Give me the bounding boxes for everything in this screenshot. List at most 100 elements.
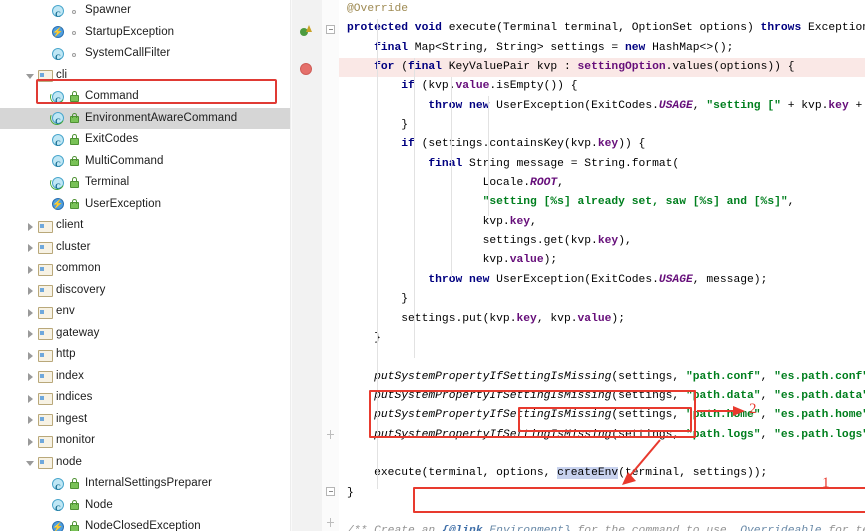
chevron-closed-icon[interactable] [26, 430, 37, 452]
code-line[interactable]: /** Create an {@link Environment} for th… [339, 522, 865, 531]
code-line[interactable]: putSystemPropertyIfSettingIsMissing(sett… [339, 368, 865, 387]
tree-item-terminal[interactable]: Terminal [0, 172, 292, 197]
tree-item-label: cluster [56, 240, 91, 253]
tree-item-client[interactable]: client [0, 215, 292, 237]
code-line[interactable]: execute(terminal, options, createEnv(ter… [339, 464, 865, 483]
tree-item-discovery[interactable]: discovery [0, 280, 292, 302]
code-line[interactable]: if (settings.containsKey(kvp.key)) { [339, 135, 865, 154]
code-line[interactable]: } [339, 484, 865, 503]
code-line[interactable]: @Override [339, 0, 865, 19]
tree-item-env[interactable]: env [0, 301, 292, 323]
tree-item-common[interactable]: common [0, 258, 292, 280]
class-icon [50, 3, 66, 26]
tree-item-label: MultiCommand [85, 154, 164, 167]
tree-item-internalsettingspreparer[interactable]: InternalSettingsPreparer [0, 473, 292, 499]
editor-fold-strip[interactable] [322, 0, 339, 531]
tree-item-exitcodes[interactable]: ExitCodes [0, 129, 292, 155]
tree-item-label: InternalSettingsPreparer [85, 477, 213, 489]
tree-item-spawner[interactable]: Spawner [0, 0, 292, 26]
chevron-closed-icon[interactable] [26, 387, 37, 409]
code-line[interactable]: putSystemPropertyIfSettingIsMissing(sett… [339, 426, 865, 445]
chevron-closed-icon[interactable] [26, 280, 37, 302]
tree-twisty-none [39, 108, 50, 130]
code-line[interactable]: throw new UserException(ExitCodes.USAGE,… [339, 97, 865, 116]
tree-item-userexception[interactable]: UserException [0, 194, 292, 216]
tree-item-monitor[interactable]: monitor [0, 430, 292, 452]
class-icon [50, 497, 66, 520]
code-lines[interactable]: @Overrideprotected void execute(Terminal… [339, 0, 865, 531]
chevron-closed-icon[interactable] [26, 344, 37, 366]
code-line[interactable]: settings.put(kvp.key, kvp.value); [339, 310, 865, 329]
tree-item-systemcallfilter[interactable]: SystemCallFilter [0, 43, 292, 69]
tree-item-cluster[interactable]: cluster [0, 237, 292, 259]
code-line[interactable] [339, 348, 865, 367]
tree-item-multicommand[interactable]: MultiCommand [0, 151, 292, 176]
code-line[interactable]: putSystemPropertyIfSettingIsMissing(sett… [339, 387, 865, 406]
project-tree-list[interactable]: Spawner StartupException SystemCallFilter c… [0, 0, 292, 531]
code-line[interactable]: throw new UserException(ExitCodes.USAGE,… [339, 271, 865, 290]
tree-item-http[interactable]: http [0, 344, 292, 366]
code-line[interactable]: for (final KeyValuePair kvp : settingOpt… [339, 58, 865, 78]
code-line[interactable]: putSystemPropertyIfSettingIsMissing(sett… [339, 406, 865, 425]
tree-item-startupexception[interactable]: StartupException [0, 22, 292, 44]
code-line[interactable]: kvp.key, [339, 213, 865, 232]
member-dot-icon [69, 3, 81, 19]
chevron-open-icon[interactable] [26, 65, 37, 87]
chevron-closed-icon[interactable] [26, 258, 37, 280]
code-editor[interactable]: @Overrideprotected void execute(Terminal… [292, 0, 865, 531]
tree-item-ingest[interactable]: ingest [0, 409, 292, 431]
code-line[interactable]: final Map<String, String> settings = new… [339, 39, 865, 58]
code-line[interactable]: final String message = String.format( [339, 155, 865, 174]
folder-icon [37, 218, 53, 234]
code-line[interactable]: } [339, 290, 865, 309]
folder-icon [37, 390, 53, 406]
code-line[interactable] [339, 503, 865, 522]
editor-gutter[interactable] [292, 0, 323, 531]
class-icon [50, 132, 66, 155]
chevron-closed-icon[interactable] [26, 366, 37, 388]
tree-item-cli[interactable]: cli [0, 65, 292, 87]
class-icon [50, 153, 66, 176]
code-line[interactable]: if (kvp.value.isEmpty()) { [339, 77, 865, 96]
chevron-closed-icon[interactable] [26, 215, 37, 237]
tree-item-command[interactable]: Command [0, 86, 292, 111]
tree-item-node[interactable]: node [0, 452, 292, 474]
tree-item-nodeclosedexception[interactable]: NodeClosedException [0, 516, 292, 531]
tree-item-label: Spawner [85, 4, 132, 16]
tree-item-indices[interactable]: indices [0, 387, 292, 409]
code-line[interactable]: protected void execute(Terminal terminal… [339, 19, 865, 38]
fold-end-icon[interactable] [326, 518, 335, 527]
project-tree-panel[interactable]: Spawner StartupException SystemCallFilter c… [0, 0, 292, 531]
tree-twisty-none [39, 194, 50, 216]
code-line[interactable]: kvp.value); [339, 251, 865, 270]
chevron-closed-icon[interactable] [26, 409, 37, 431]
folder-icon [37, 261, 53, 277]
code-line[interactable]: settings.get(kvp.key), [339, 232, 865, 251]
tree-item-gateway[interactable]: gateway [0, 323, 292, 345]
chevron-open-icon[interactable] [26, 452, 37, 474]
tree-twisty-none [39, 172, 50, 194]
chevron-closed-icon[interactable] [26, 323, 37, 345]
override-ring-icon [48, 173, 66, 192]
tree-item-environmentawarecommand[interactable]: EnvironmentAwareCommand [0, 107, 292, 133]
tree-item-label: ingest [56, 412, 88, 425]
chevron-closed-icon[interactable] [26, 301, 37, 323]
ide-window: Spawner StartupException SystemCallFilter c… [0, 0, 865, 531]
fold-collapse-icon[interactable] [326, 25, 335, 34]
chevron-closed-icon[interactable] [26, 237, 37, 259]
member-dot-icon [69, 24, 81, 40]
tree-item-node[interactable]: Node [0, 495, 292, 520]
code-line[interactable] [339, 445, 865, 464]
code-line[interactable]: } [339, 329, 865, 348]
code-line[interactable]: } [339, 116, 865, 135]
folder-icon [37, 411, 53, 427]
breakpoint-icon[interactable] [300, 63, 312, 75]
override-method-icon[interactable] [300, 25, 313, 38]
code-line[interactable]: "setting [%s] already set, saw [%s] and … [339, 193, 865, 212]
public-lock-icon [69, 476, 81, 492]
fold-end-icon[interactable] [326, 430, 335, 439]
tree-twisty-none [39, 86, 50, 108]
fold-collapse-icon[interactable] [326, 487, 335, 496]
tree-item-index[interactable]: index [0, 366, 292, 388]
code-line[interactable]: Locale.ROOT, [339, 174, 865, 193]
